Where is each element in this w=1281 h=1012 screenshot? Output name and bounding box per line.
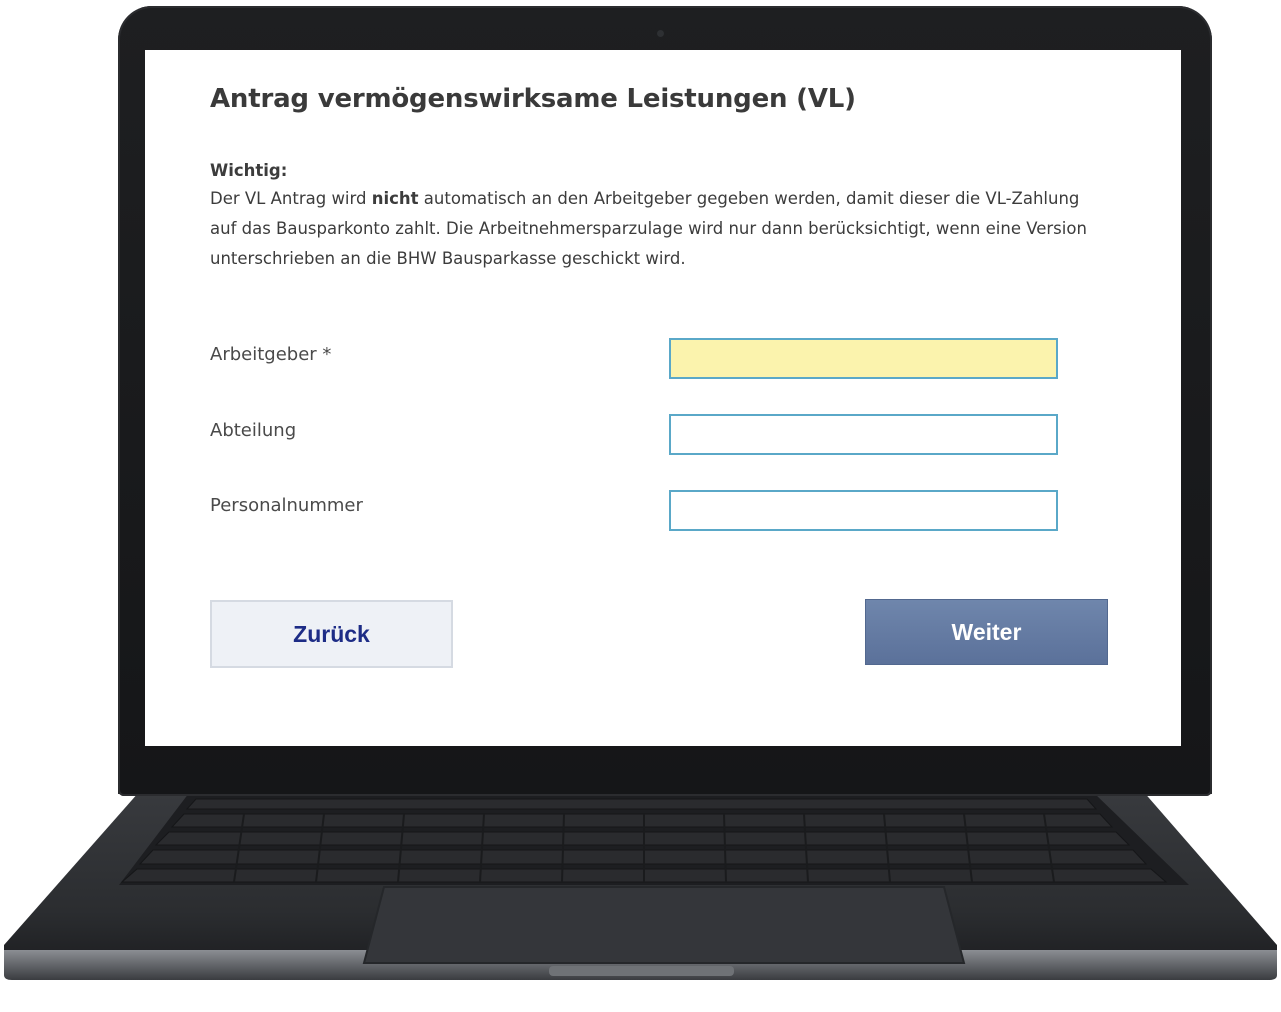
employer-label: Arbeitgeber * (210, 344, 332, 365)
back-button[interactable]: Zurück (210, 600, 453, 668)
next-button[interactable]: Weiter (865, 599, 1108, 665)
personnel-number-label: Personalnummer (210, 495, 363, 516)
camera-icon (657, 30, 664, 37)
employer-input[interactable] (669, 338, 1058, 379)
personnel-number-input[interactable] (669, 490, 1058, 531)
notice-text-bold: nicht (371, 189, 419, 208)
department-input[interactable] (669, 414, 1058, 455)
page-title: Antrag vermögenswirksame Leistungen (VL) (210, 84, 856, 114)
laptop-base (4, 775, 1277, 980)
department-label: Abteilung (210, 420, 297, 441)
notice-text: Wichtig: Der VL Antrag wird nicht automa… (210, 158, 1110, 274)
laptop-mockup: Antrag vermögenswirksame Leistungen (VL)… (0, 0, 1281, 1012)
notice-heading: Wichtig: (210, 161, 288, 180)
laptop-screen: Antrag vermögenswirksame Leistungen (VL)… (145, 50, 1181, 746)
notice-text-part-1: Der VL Antrag wird (210, 189, 372, 208)
